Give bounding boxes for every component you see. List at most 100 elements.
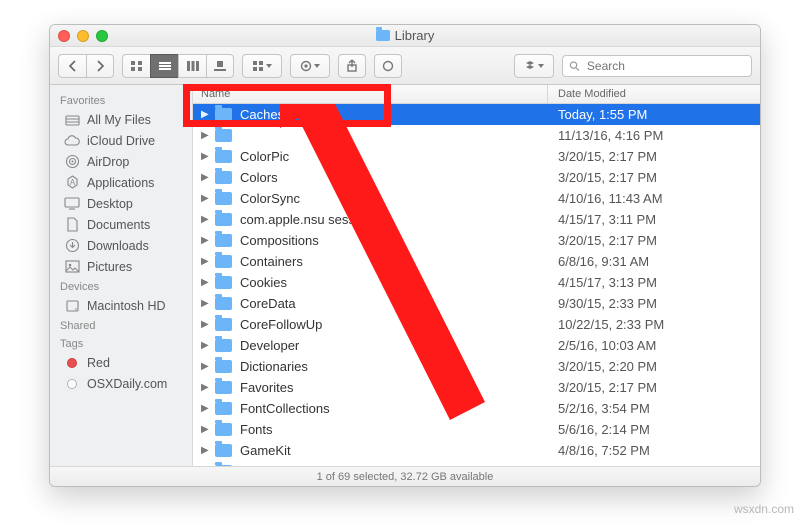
file-list[interactable]: ▶CachesToday, 1:55 PM▶11/13/16, 4:16 PM▶… <box>193 104 760 466</box>
cell-name: ▶ColorPic <box>193 149 548 164</box>
table-row[interactable]: ▶Developer2/5/16, 10:03 AM <box>193 335 760 356</box>
table-row[interactable]: ▶CoreData9/30/15, 2:33 PM <box>193 293 760 314</box>
search-field[interactable] <box>562 55 752 77</box>
item-name: Fonts <box>240 422 273 437</box>
table-row[interactable]: ▶GameKit4/8/16, 7:52 PM <box>193 440 760 461</box>
folder-icon <box>215 423 232 436</box>
view-list-button[interactable] <box>150 54 178 78</box>
disclosure-triangle-icon[interactable]: ▶ <box>201 320 209 330</box>
disclosure-triangle-icon[interactable]: ▶ <box>201 404 209 414</box>
tag-empty-icon <box>64 379 80 389</box>
item-name: ColorSync <box>240 191 300 206</box>
sidebar-item-label: Documents <box>87 218 150 232</box>
disclosure-triangle-icon[interactable]: ▶ <box>201 236 209 246</box>
sidebar-item[interactable]: Red <box>50 352 192 373</box>
titlebar: Library <box>50 25 760 47</box>
disclosure-triangle-icon[interactable]: ▶ <box>201 194 209 204</box>
cell-name: ▶ Fonts <box>193 422 548 437</box>
view-columns-button[interactable] <box>178 54 206 78</box>
disclosure-triangle-icon[interactable]: ▶ <box>201 446 209 456</box>
action-button[interactable] <box>290 54 330 78</box>
dropbox-button[interactable] <box>514 54 554 78</box>
table-row[interactable]: ▶Containers6/8/16, 9:31 AM <box>193 251 760 272</box>
disclosure-triangle-icon[interactable]: ▶ <box>201 131 209 141</box>
item-name: CoreData <box>240 296 296 311</box>
disclosure-triangle-icon[interactable]: ▶ <box>201 278 209 288</box>
view-icons-button[interactable] <box>122 54 150 78</box>
sidebar-item-label: Macintosh HD <box>87 299 166 313</box>
table-row[interactable]: ▶ 11/13/16, 4:16 PM <box>193 125 760 146</box>
table-row[interactable]: ▶Favorites3/20/15, 2:17 PM <box>193 377 760 398</box>
sidebar-item[interactable]: AApplications <box>50 172 192 193</box>
disclosure-triangle-icon[interactable]: ▶ <box>201 425 209 435</box>
arrange-button[interactable] <box>242 54 282 78</box>
search-input[interactable] <box>585 58 745 74</box>
column-name[interactable]: Name <box>193 85 548 103</box>
cell-date: Today, 1:55 PM <box>548 107 760 122</box>
item-name: Developer <box>240 338 299 353</box>
toolbar <box>50 47 760 85</box>
cell-date: 6/8/16, 9:31 AM <box>548 254 760 269</box>
nav-buttons <box>58 54 114 78</box>
table-row[interactable]: ▶CachesToday, 1:55 PM <box>193 104 760 125</box>
sidebar-item[interactable]: Desktop <box>50 193 192 214</box>
table-row[interactable]: ▶CoreFollowUp10/22/15, 2:33 PM <box>193 314 760 335</box>
disclosure-triangle-icon[interactable]: ▶ <box>201 299 209 309</box>
disk-icon <box>64 299 80 313</box>
sidebar-item[interactable]: All My Files <box>50 109 192 130</box>
cell-name: ▶ CoreData <box>193 296 548 311</box>
table-row[interactable]: ▶ColorPic3/20/15, 2:17 PM <box>193 146 760 167</box>
sidebar-group-title: Shared <box>50 316 192 334</box>
disclosure-triangle-icon[interactable]: ▶ <box>201 362 209 372</box>
item-name: Compositions <box>240 233 319 248</box>
sidebar-item[interactable]: OSXDaily.com <box>50 373 192 394</box>
table-row[interactable]: ▶Colors3/20/15, 2:17 PM <box>193 167 760 188</box>
disclosure-triangle-icon[interactable]: ▶ <box>201 257 209 267</box>
table-row[interactable]: ▶FontCollections5/2/16, 3:54 PM <box>193 398 760 419</box>
item-name: GameKit <box>240 443 291 458</box>
folder-icon <box>215 192 232 205</box>
view-buttons <box>122 54 234 78</box>
folder-icon <box>215 255 232 268</box>
cell-name: ▶Caches <box>193 107 548 122</box>
sidebar-item[interactable]: Documents <box>50 214 192 235</box>
sidebar-item[interactable]: Downloads <box>50 235 192 256</box>
finder-window: Library <box>49 24 761 487</box>
item-name: com.apple.nsu sessiond <box>240 212 379 227</box>
disclosure-triangle-icon[interactable]: ▶ <box>201 215 209 225</box>
disclosure-triangle-icon[interactable]: ▶ <box>201 341 209 351</box>
action-group <box>290 54 330 78</box>
window-title: Library <box>50 28 760 43</box>
cell-date: 3/20/15, 2:17 PM <box>548 149 760 164</box>
view-coverflow-button[interactable] <box>206 54 234 78</box>
sidebar-item[interactable]: Macintosh HD <box>50 295 192 316</box>
folder-icon <box>215 402 232 415</box>
cell-date: 5/2/16, 3:54 PM <box>548 401 760 416</box>
table-row[interactable]: ▶Compositions3/20/15, 2:17 PM <box>193 230 760 251</box>
table-row[interactable]: ▶ ColorSync 4/10/16, 11:43 AM <box>193 188 760 209</box>
table-row[interactable]: ▶Fonts5/6/16, 2:14 PM <box>193 419 760 440</box>
sidebar-item[interactable]: Pictures <box>50 256 192 277</box>
cell-date: 4/10/16, 11:43 AM <box>548 191 760 206</box>
share-button[interactable] <box>338 54 366 78</box>
tags-button[interactable] <box>374 54 402 78</box>
cell-date: 11/13/16, 4:16 PM <box>548 128 760 143</box>
column-date[interactable]: Date Modified <box>548 85 760 103</box>
disclosure-triangle-icon[interactable]: ▶ <box>201 110 209 120</box>
back-button[interactable] <box>58 54 86 78</box>
table-row[interactable]: ▶Dictionaries3/20/15, 2:20 PM <box>193 356 760 377</box>
folder-icon <box>215 276 232 289</box>
folder-icon <box>215 360 232 373</box>
disclosure-triangle-icon[interactable]: ▶ <box>201 383 209 393</box>
disclosure-triangle-icon[interactable]: ▶ <box>201 152 209 162</box>
sidebar-item[interactable]: AirDrop <box>50 151 192 172</box>
cell-name: ▶Containers <box>193 254 548 269</box>
table-row[interactable]: ▶com.apple.nsu sessiond4/15/17, 3:11 PM <box>193 209 760 230</box>
table-row[interactable]: ▶Cookies4/15/17, 3:13 PM <box>193 272 760 293</box>
sidebar-item[interactable]: iCloud Drive <box>50 130 192 151</box>
desktop-icon <box>64 197 80 210</box>
sidebar-item-label: Pictures <box>87 260 132 274</box>
window-title-text: Library <box>395 28 435 43</box>
forward-button[interactable] <box>86 54 114 78</box>
disclosure-triangle-icon[interactable]: ▶ <box>201 173 209 183</box>
